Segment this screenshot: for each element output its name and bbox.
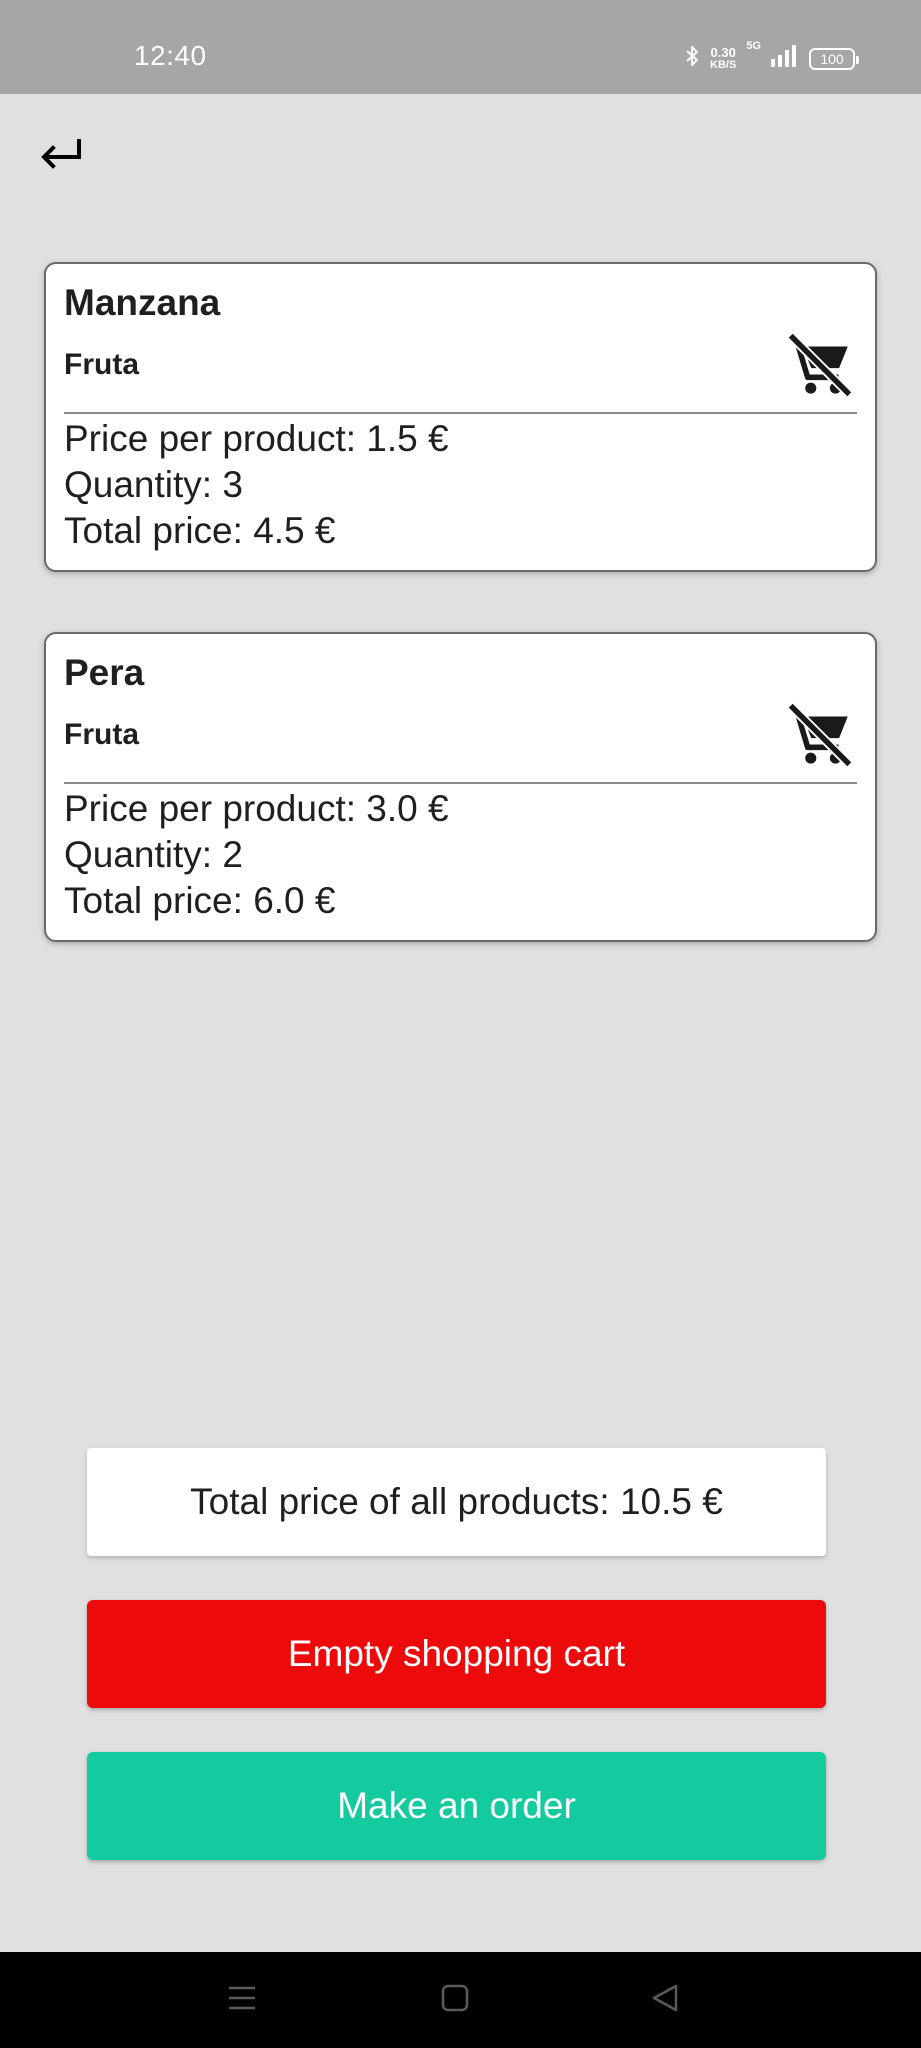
home-icon <box>440 1983 470 2018</box>
nav-back-button[interactable] <box>645 1980 685 2020</box>
make-order-button[interactable]: Make an order <box>87 1752 826 1860</box>
product-details: Price per product: 3.0 € Quantity: 2 Tot… <box>64 786 449 924</box>
battery-icon: 100 <box>809 47 859 70</box>
cart-item-card: Pera Fruta Price per product: 3.0 € Quan… <box>44 632 877 942</box>
signal-icon <box>771 45 799 72</box>
product-details: Price per product: 1.5 € Quantity: 3 Tot… <box>64 416 449 554</box>
status-icons: 0.30 KB/S 5G 100 <box>684 40 859 73</box>
quantity: Quantity: 2 <box>64 834 243 875</box>
network-type: 5G <box>746 40 761 52</box>
nav-menu-button[interactable] <box>222 1980 262 2020</box>
empty-cart-button[interactable]: Empty shopping cart <box>87 1600 826 1708</box>
quantity: Quantity: 3 <box>64 464 243 505</box>
product-name: Pera <box>64 652 145 693</box>
product-category: Fruta <box>64 718 139 751</box>
shopping-cart-screen: 12:40 0.30 KB/S 5G 100 Manzana Fruta Pri… <box>0 0 921 2048</box>
item-total-price: Total price: 6.0 € <box>64 880 336 921</box>
status-bar: 12:40 0.30 KB/S 5G 100 <box>0 0 921 94</box>
card-divider <box>64 412 857 414</box>
network-speed-unit: KB/S <box>710 58 737 71</box>
price-per-product: Price per product: 3.0 € <box>64 788 449 829</box>
network-speed: 0.30 KB/S <box>710 44 737 71</box>
remove-from-cart-button[interactable] <box>783 698 857 772</box>
item-total-price: Total price: 4.5 € <box>64 510 336 551</box>
remove-from-cart-button[interactable] <box>783 328 857 402</box>
bluetooth-icon <box>684 44 700 73</box>
price-per-product: Price per product: 1.5 € <box>64 418 449 459</box>
menu-icon <box>227 1984 257 2017</box>
cart-item-card: Manzana Fruta Price per product: 1.5 € Q… <box>44 262 877 572</box>
system-nav-bar <box>0 1952 921 2048</box>
product-category: Fruta <box>64 348 139 381</box>
remove-from-cart-icon <box>783 332 857 406</box>
product-name: Manzana <box>64 282 221 323</box>
status-time: 12:40 <box>134 40 207 71</box>
network-speed-value: 0.30 <box>710 44 736 60</box>
cart-total-price: Total price of all products: 10.5 € <box>87 1448 826 1556</box>
card-divider <box>64 782 857 784</box>
nav-home-button[interactable] <box>435 1980 475 2020</box>
back-button[interactable] <box>36 134 86 174</box>
back-icon <box>650 1983 680 2018</box>
remove-from-cart-icon <box>783 702 857 776</box>
return-arrow-icon <box>39 135 83 174</box>
